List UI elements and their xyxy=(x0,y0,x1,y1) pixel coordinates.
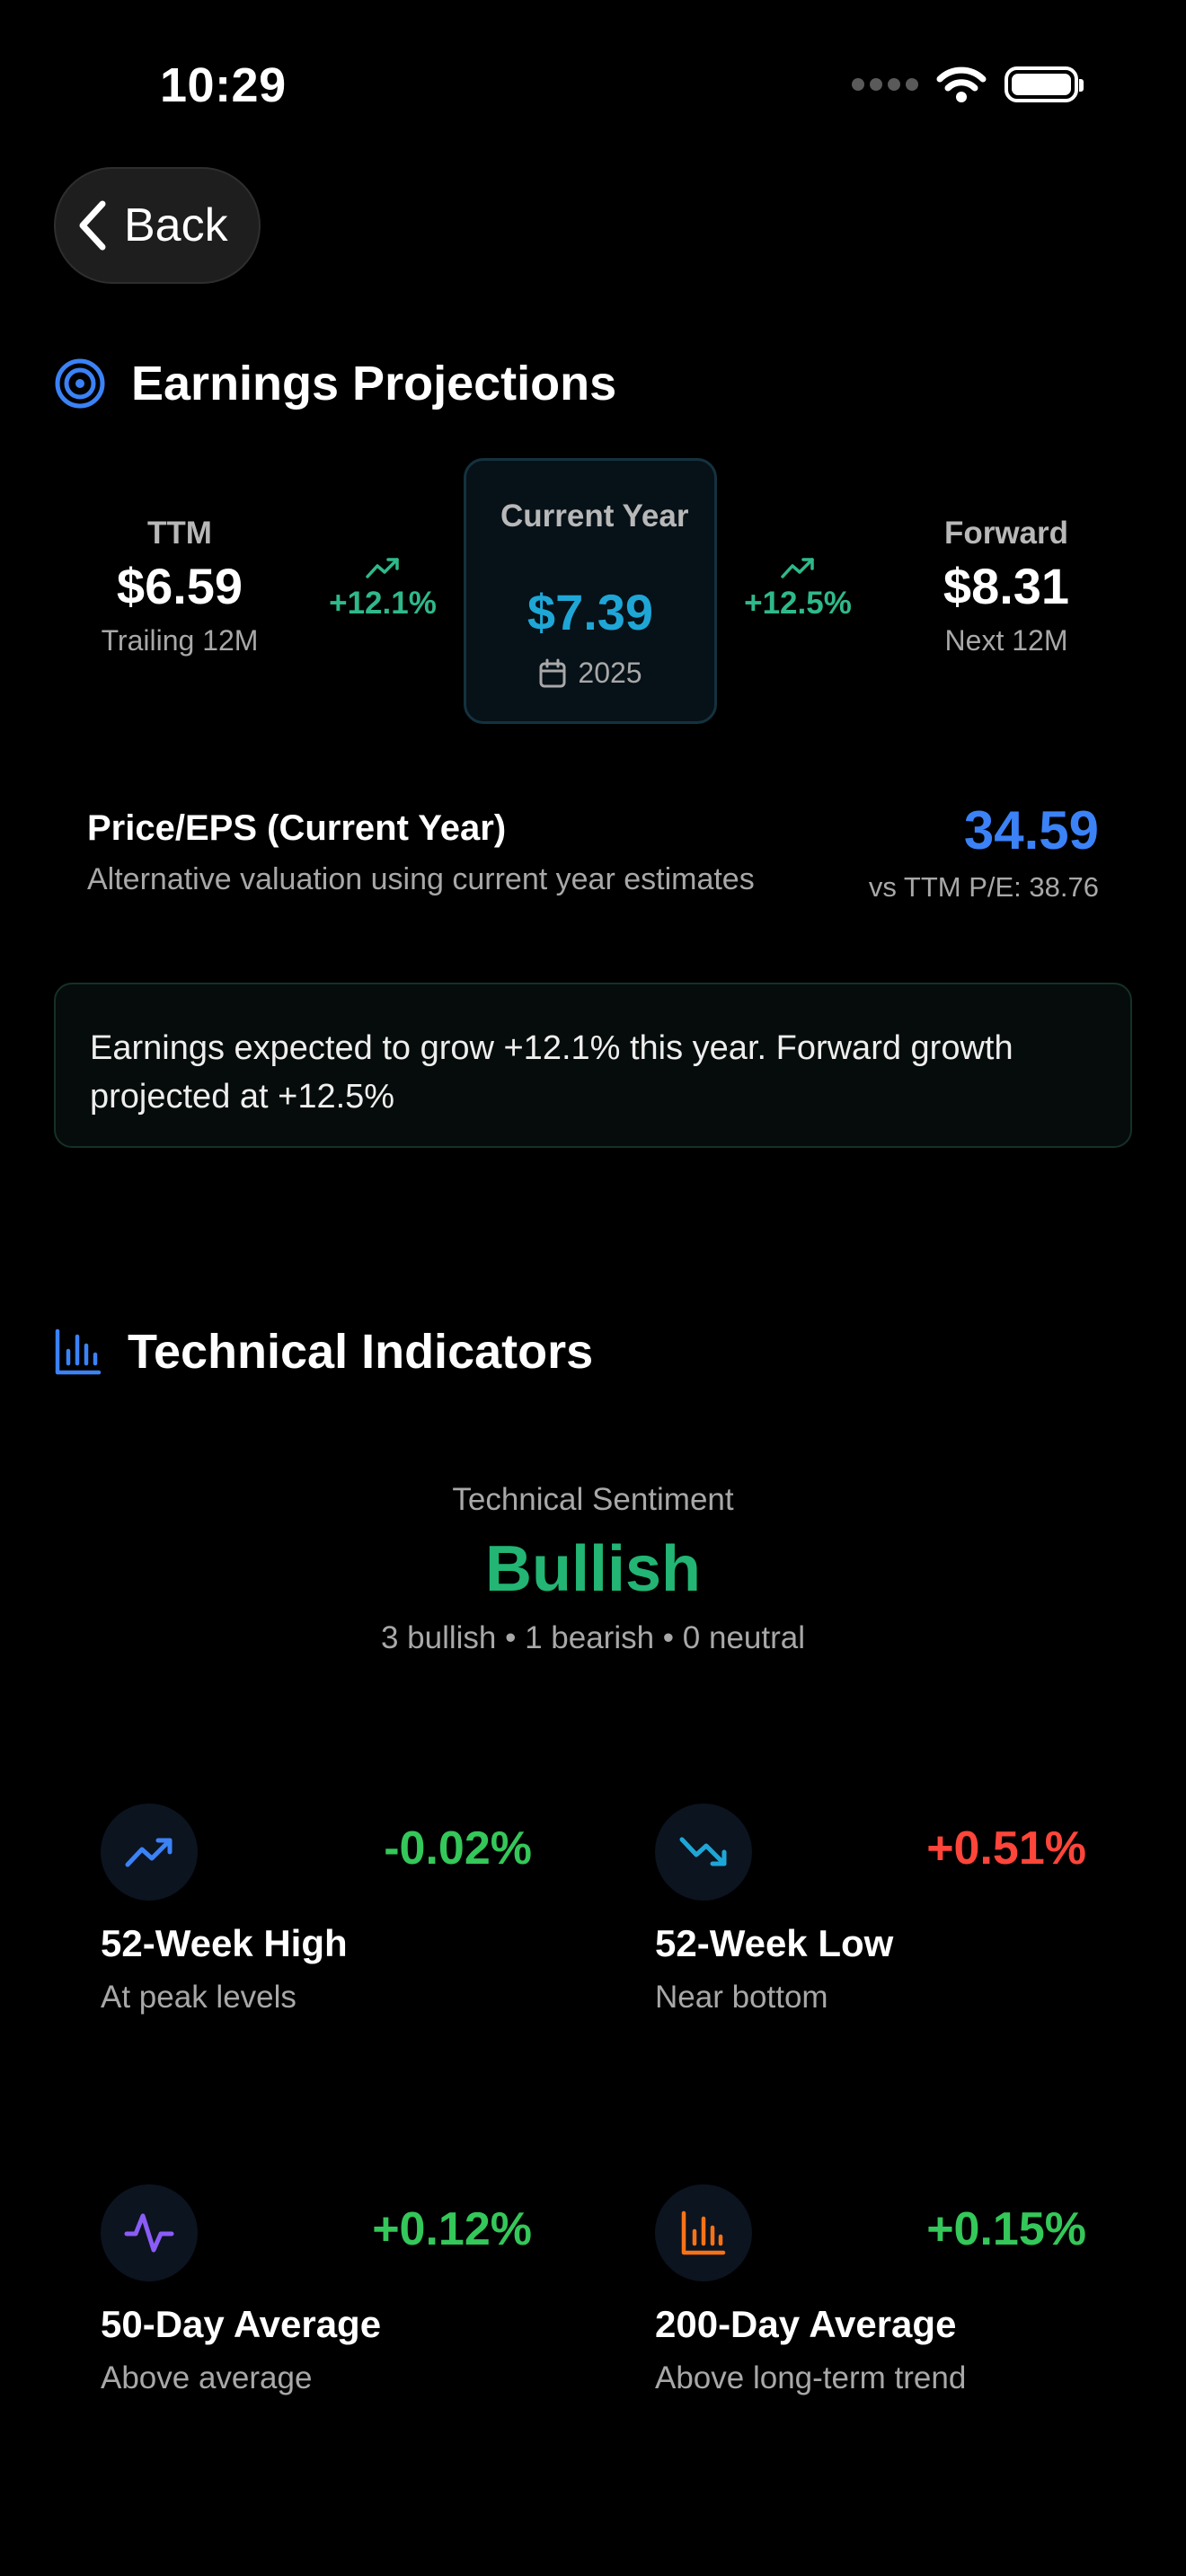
sentiment-value: Bullish xyxy=(484,1533,701,1605)
pe-value: 34.59 xyxy=(963,800,1099,860)
forward-label: Forward xyxy=(943,516,1069,551)
current-growth-value: +12.1% xyxy=(329,586,437,621)
indicator-icon-wrap xyxy=(655,1804,752,1901)
pe-subtitle: Alternative valuation using current year… xyxy=(87,862,755,896)
forward-value: $8.31 xyxy=(943,558,1070,614)
bar-chart-icon xyxy=(681,2210,726,2255)
indicator-change: +0.15% xyxy=(926,2203,1086,2255)
forward-column: Forward $8.31 Next 12M xyxy=(898,516,1114,657)
trending-up-icon xyxy=(366,558,399,578)
indicator-52-week-low[interactable]: +0.51% 52-Week Low Near bottom xyxy=(655,1804,1086,2019)
indicator-desc: Above average xyxy=(101,2360,313,2395)
indicator-50-day-average[interactable]: +0.12% 50-Day Average Above average xyxy=(101,2184,532,2400)
indicator-title: 52-Week High xyxy=(101,1922,348,1964)
pe-vs-ttm: vs TTM P/E: 38.76 xyxy=(868,871,1099,903)
current-year-date: 2025 xyxy=(466,657,714,690)
ttm-value: $6.59 xyxy=(116,558,243,614)
forward-growth: +12.5% xyxy=(730,555,866,622)
bar-chart-icon xyxy=(55,1328,102,1375)
ttm-column: TTM $6.59 Trailing 12M xyxy=(72,516,288,657)
earnings-note: Earnings expected to grow +12.1% this ye… xyxy=(54,983,1132,1148)
status-icons xyxy=(852,65,1084,104)
sentiment-counts: 3 bullish • 1 bearish • 0 neutral xyxy=(380,1620,805,1655)
ttm-sub: Trailing 12M xyxy=(101,624,259,657)
technical-title: Technical Indicators xyxy=(128,1325,594,1379)
status-time: 10:29 xyxy=(160,58,287,112)
indicator-desc: Above long-term trend xyxy=(655,2360,967,2395)
indicator-52-week-high[interactable]: -0.02% 52-Week High At peak levels xyxy=(101,1804,532,2019)
chevron-left-icon xyxy=(79,200,106,251)
trending-down-icon xyxy=(679,1837,727,1866)
calendar-icon xyxy=(539,658,566,687)
forward-growth-value: +12.5% xyxy=(744,586,852,621)
forward-sub: Next 12M xyxy=(944,624,1068,657)
indicator-change: +0.12% xyxy=(372,2203,532,2255)
ttm-label: TTM xyxy=(147,516,212,551)
battery-icon xyxy=(1005,66,1084,102)
trending-up-icon xyxy=(781,558,814,578)
back-button[interactable]: Back xyxy=(54,167,261,284)
target-icon xyxy=(55,358,105,409)
activity-icon xyxy=(124,2213,174,2253)
technical-section-header: Technical Indicators xyxy=(54,1324,593,1380)
pe-title: Price/EPS (Current Year) xyxy=(87,808,507,848)
indicator-200-day-average[interactable]: +0.15% 200-Day Average Above long-term t… xyxy=(655,2184,1086,2400)
indicator-change: -0.02% xyxy=(384,1822,532,1875)
earnings-title: Earnings Projections xyxy=(131,357,617,410)
trending-up-icon xyxy=(125,1838,173,1867)
indicator-change: +0.51% xyxy=(926,1822,1086,1875)
indicator-icon-wrap xyxy=(101,2184,198,2281)
indicator-title: 52-Week Low xyxy=(655,1922,894,1964)
current-year-value: $7.39 xyxy=(527,584,654,640)
current-year-year: 2025 xyxy=(578,657,642,689)
current-growth: +12.1% xyxy=(314,555,451,622)
indicator-desc: At peak levels xyxy=(101,1980,296,2015)
sentiment-label: Technical Sentiment xyxy=(452,1482,734,1517)
earnings-section-header: Earnings Projections xyxy=(54,356,616,411)
indicator-icon-wrap xyxy=(101,1804,198,1901)
indicator-title: 200-Day Average xyxy=(655,2303,957,2345)
indicator-icon-wrap xyxy=(655,2184,752,2281)
current-year-card: Current Year $7.39 2025 xyxy=(464,458,717,724)
indicator-desc: Near bottom xyxy=(655,1980,828,2015)
wifi-icon xyxy=(936,66,987,102)
cellular-signal-icon xyxy=(852,78,918,91)
back-label: Back xyxy=(124,199,228,251)
current-year-label: Current Year xyxy=(500,498,689,534)
indicator-title: 50-Day Average xyxy=(101,2303,382,2345)
